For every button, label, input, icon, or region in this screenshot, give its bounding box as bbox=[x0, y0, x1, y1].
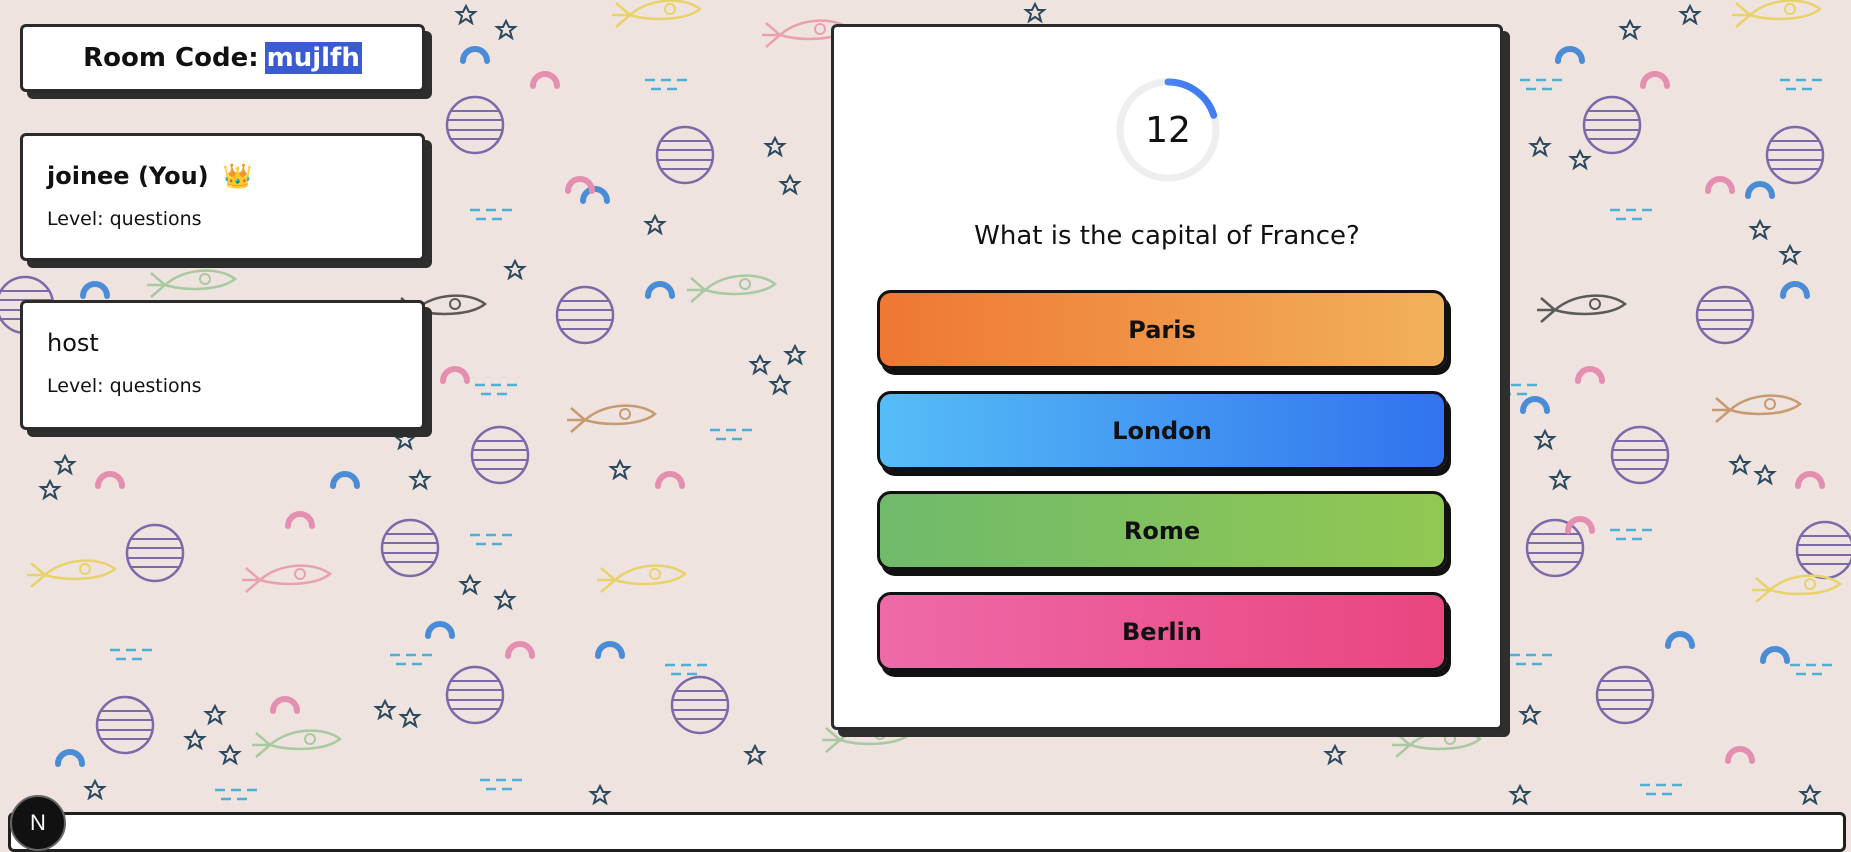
player-name-row: host bbox=[47, 329, 398, 357]
player-card-host: host Level: questions bbox=[20, 300, 425, 430]
room-code-label: Room Code: bbox=[83, 43, 259, 73]
crown-icon: 👑 bbox=[222, 162, 253, 190]
player-level: Level: questions bbox=[47, 208, 202, 230]
n-logo-icon[interactable]: N bbox=[10, 795, 66, 851]
player-card-joinee: joinee (You) 👑 Level: questions bbox=[20, 133, 425, 261]
timer-count: 12 bbox=[1145, 109, 1191, 151]
player-name: host bbox=[47, 329, 99, 357]
answer-button-london[interactable]: London bbox=[877, 391, 1447, 470]
player-name-row: joinee (You) 👑 bbox=[47, 162, 398, 190]
answer-button-paris[interactable]: Paris bbox=[877, 290, 1447, 369]
player-level: Level: questions bbox=[47, 375, 202, 397]
bottom-input-bar[interactable] bbox=[8, 812, 1846, 852]
timer-ring-icon: 12 bbox=[1113, 75, 1223, 185]
answer-button-rome[interactable]: Rome bbox=[877, 491, 1447, 570]
room-code-value[interactable]: mujlfh bbox=[264, 42, 362, 74]
answer-button-berlin[interactable]: Berlin bbox=[877, 592, 1447, 671]
room-code-card: Room Code: mujlfh bbox=[20, 24, 425, 92]
player-name: joinee (You) bbox=[47, 162, 209, 190]
quiz-card: 12 What is the capital of France? Paris … bbox=[831, 24, 1503, 730]
question-text: What is the capital of France? bbox=[974, 221, 1360, 251]
